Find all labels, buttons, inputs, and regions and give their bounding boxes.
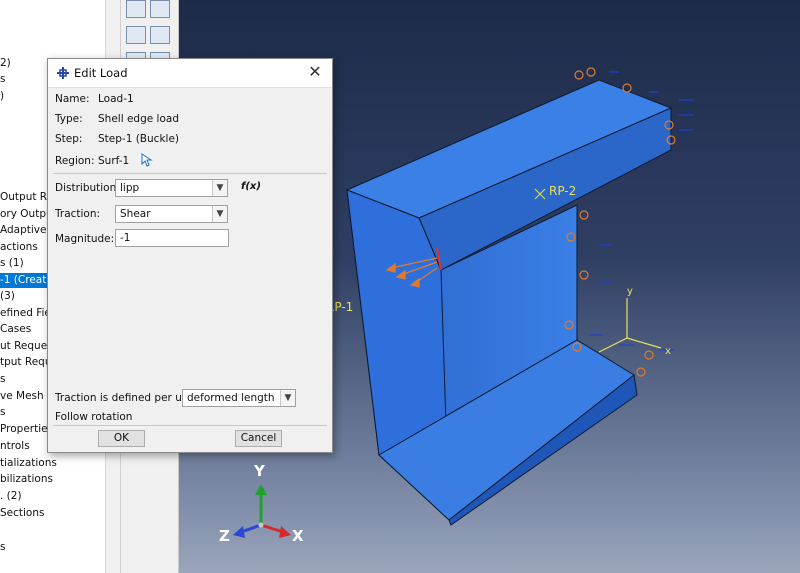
tree-item[interactable]: (3) [0,289,15,304]
tool-icon-load[interactable] [126,26,146,44]
chevron-down-icon[interactable]: ▼ [280,390,295,406]
edit-load-dialog: Edit Load ✕ Name: Load-1 Type: Shell edge … [47,58,333,453]
tree-item[interactable]: tializations [0,456,57,471]
triad-z-label: Z [219,527,230,545]
distribution-combo[interactable]: lipp ▼ [115,179,228,197]
type-value: Shell edge load [98,113,179,125]
traction-combo[interactable]: Shear ▼ [115,205,228,223]
cancel-button[interactable]: Cancel [235,430,282,447]
tool-icon-mesh[interactable] [126,0,146,18]
name-value: Load-1 [98,93,134,105]
step-value: Step-1 (Buckle) [98,133,179,145]
tree-item[interactable]: s [0,540,5,555]
region-row: Region: Surf-1 [55,153,153,167]
traction-value: Shear [120,208,151,220]
tree-item[interactable]: Cases [0,322,31,337]
local-triad-x: x [665,346,671,357]
chevron-down-icon[interactable]: ▼ [212,180,227,196]
per-unit-value: deformed length [187,392,275,404]
tool-icon-load-manager[interactable] [150,26,170,44]
region-value: Surf-1 [98,155,130,167]
separator [53,173,327,174]
separator [53,425,327,426]
step-row: Step: Step-1 (Buckle) [55,133,179,145]
follow-rotation-label: Follow rotation [55,411,133,423]
dialog-title: Edit Load [74,66,128,80]
distribution-value: lipp [120,182,140,194]
tree-item[interactable]: Sections [0,506,44,521]
name-label: Name: [55,93,90,105]
tree-item[interactable]: ) [0,89,4,104]
tree-item[interactable]: ntrols [0,439,30,454]
triad-y-label: Y [254,462,265,480]
magnitude-input[interactable]: -1 [115,229,229,247]
tree-item[interactable]: Properties [0,422,53,437]
global-triad [233,484,291,538]
distribution-label: Distribution: [55,182,120,194]
magnitude-label: Magnitude: [55,233,115,245]
edit-load-icon [57,67,69,79]
tree-item[interactable]: s [0,405,5,420]
tree-item[interactable]: s (1) [0,256,24,271]
step-label: Step: [55,133,83,145]
chevron-down-icon[interactable]: ▼ [212,206,227,222]
ok-button[interactable]: OK [98,430,145,447]
tree-item[interactable]: actions [0,240,38,255]
name-row: Name: Load-1 [55,93,134,105]
tree-item[interactable]: s [0,72,5,87]
tree-item[interactable]: Output Re [0,190,53,205]
tree-item[interactable]: bilizations [0,472,53,487]
dialog-title-bar[interactable]: Edit Load ✕ [48,59,332,88]
triad-x-label: X [292,527,304,545]
tree-item[interactable]: 2) [0,56,11,71]
per-unit-combo[interactable]: deformed length ▼ [182,389,296,407]
fx-button[interactable]: f(x) [241,181,261,192]
traction-label: Traction: [55,208,101,220]
tree-item[interactable]: . (2) [0,489,22,504]
close-icon[interactable]: ✕ [304,62,326,84]
per-unit-label: Traction is defined per unit [55,392,196,404]
rp2-label: RP-2 [549,184,577,198]
type-row: Type: Shell edge load [55,113,179,125]
region-label: Region: [55,155,95,167]
local-triad-y: y [627,286,633,297]
type-label: Type: [55,113,83,125]
arrow-cursor-icon[interactable] [141,153,153,167]
local-triad [598,298,662,353]
tool-icon-table[interactable] [150,0,170,18]
tree-item[interactable]: s [0,372,5,387]
